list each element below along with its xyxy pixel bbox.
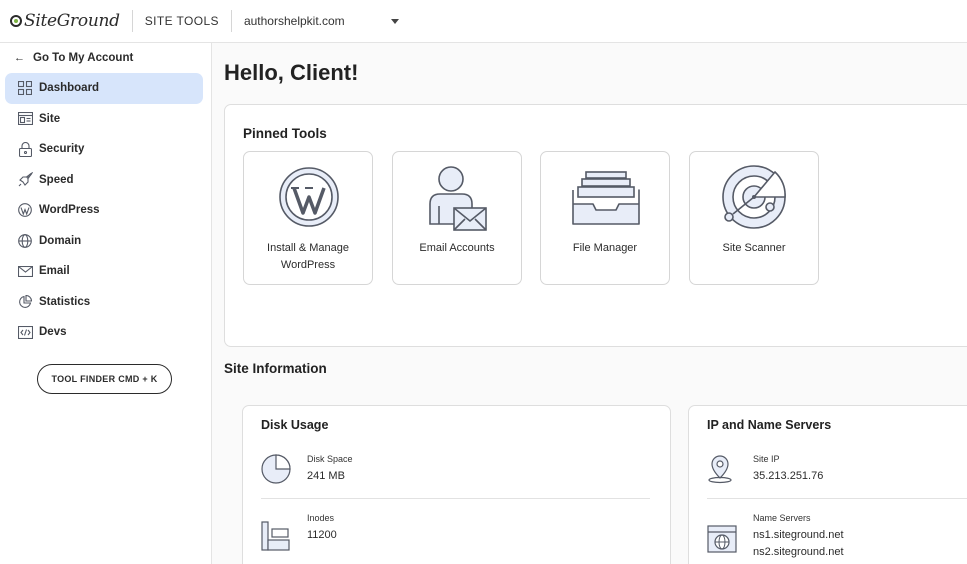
sidebar-item-security[interactable]: Security bbox=[5, 134, 203, 165]
siteground-logo[interactable]: SiteGround bbox=[0, 0, 120, 43]
sidebar-item-label: Site bbox=[39, 112, 61, 125]
sidebar-item-devs[interactable]: Devs bbox=[5, 317, 203, 348]
main-content: Hello, Client! Pinned Tools Install & Ma… bbox=[213, 43, 967, 564]
sidebar-item-site[interactable]: Site bbox=[5, 104, 203, 135]
disk-usage-panel: Disk Usage Disk Space 241 MB Inodes 1120… bbox=[242, 405, 671, 564]
header-divider bbox=[230, 10, 232, 32]
arrow-left-icon: ← bbox=[14, 52, 25, 64]
disk-usage-title: Disk Usage bbox=[261, 418, 329, 432]
sidebar-item-wordpress[interactable]: WordPress bbox=[5, 195, 203, 226]
logo-mark-icon bbox=[10, 15, 22, 27]
domain-selector[interactable]: authorshelpkit.com bbox=[244, 14, 399, 28]
envelope-icon bbox=[17, 263, 33, 279]
wordpress-icon bbox=[17, 202, 33, 218]
tool-card-site-scanner[interactable]: Site Scanner bbox=[689, 151, 819, 285]
lock-icon bbox=[17, 141, 33, 157]
site-ip-label: Site IP bbox=[753, 454, 780, 464]
sidebar-item-label: WordPress bbox=[39, 204, 100, 217]
disk-space-value: 241 MB bbox=[307, 470, 345, 482]
tool-card-wordpress[interactable]: Install & Manage WordPress bbox=[243, 151, 373, 285]
name-servers-label: Name Servers bbox=[753, 513, 811, 523]
tool-label: Site Scanner bbox=[722, 242, 786, 254]
web-server-icon bbox=[707, 525, 737, 553]
chevron-down-icon bbox=[390, 18, 399, 24]
row-divider bbox=[707, 498, 967, 499]
page-title: Hello, Client! bbox=[224, 60, 359, 85]
ip-name-servers-panel: IP and Name Servers Site IP 35.213.251.7… bbox=[688, 405, 967, 564]
globe-icon bbox=[17, 233, 33, 249]
tool-card-email-accounts[interactable]: Email Accounts bbox=[392, 151, 522, 285]
sidebar-item-label: Security bbox=[39, 143, 85, 156]
sidebar-item-label: Domain bbox=[39, 234, 82, 247]
sidebar-item-statistics[interactable]: Statistics bbox=[5, 287, 203, 318]
sidebar-item-speed[interactable]: Speed bbox=[5, 165, 203, 196]
location-pin-icon bbox=[708, 455, 732, 484]
tool-label: File Manager bbox=[572, 242, 638, 254]
tool-finder-button[interactable]: TOOL FINDER CMD + K bbox=[37, 364, 172, 394]
code-icon bbox=[17, 324, 33, 340]
browser-icon bbox=[17, 111, 33, 127]
user-mail-icon bbox=[429, 166, 487, 231]
pie-chart-icon bbox=[261, 454, 291, 484]
sidebar-item-label: Devs bbox=[39, 326, 67, 339]
radar-icon bbox=[722, 165, 786, 229]
sidebar-item-label: Email bbox=[39, 265, 70, 278]
file-tray-icon bbox=[572, 171, 640, 225]
tool-label: Install & Manage WordPress bbox=[267, 242, 349, 271]
tool-card-file-manager[interactable]: File Manager bbox=[540, 151, 670, 285]
site-ip-value: 35.213.251.76 bbox=[753, 470, 824, 482]
pinned-tools-title: Pinned Tools bbox=[243, 126, 327, 141]
disk-space-label: Disk Space bbox=[307, 454, 353, 464]
sidebar-item-dashboard[interactable]: Dashboard bbox=[5, 73, 203, 104]
go-to-my-account-link[interactable]: ← Go To My Account bbox=[0, 43, 211, 73]
site-tools-label: SITE TOOLS bbox=[144, 14, 219, 28]
logo-text: SiteGround bbox=[24, 11, 120, 31]
pinned-tools-panel: Pinned Tools Install & Manage WordPress bbox=[224, 104, 967, 347]
back-link-label: Go To My Account bbox=[33, 52, 134, 64]
sidebar-item-label: Dashboard bbox=[39, 82, 100, 95]
inodes-label: Inodes bbox=[307, 513, 335, 523]
header-divider bbox=[131, 10, 133, 32]
site-information-title: Site Information bbox=[224, 361, 327, 376]
sidebar-item-label: Statistics bbox=[39, 295, 91, 308]
domain-name: authorshelpkit.com bbox=[243, 14, 345, 28]
sidebar-item-email[interactable]: Email bbox=[5, 256, 203, 287]
inodes-value: 11200 bbox=[307, 529, 337, 541]
name-server-2: ns2.siteground.net bbox=[753, 546, 844, 558]
name-server-1: ns1.siteground.net bbox=[753, 529, 844, 541]
grid-icon bbox=[17, 80, 33, 96]
tool-label: Email Accounts bbox=[419, 242, 495, 254]
inodes-icon bbox=[261, 521, 290, 551]
pie-chart-icon bbox=[17, 294, 33, 310]
rocket-icon bbox=[17, 172, 33, 188]
top-header: SiteGround SITE TOOLS authorshelpkit.com bbox=[0, 0, 967, 43]
ip-name-servers-title: IP and Name Servers bbox=[707, 418, 832, 432]
row-divider bbox=[261, 498, 650, 499]
sidebar: ← Go To My Account Dashboard Site Securi… bbox=[0, 43, 212, 564]
sidebar-item-domain[interactable]: Domain bbox=[5, 226, 203, 257]
wordpress-icon bbox=[279, 167, 339, 227]
sidebar-item-label: Speed bbox=[39, 173, 74, 186]
